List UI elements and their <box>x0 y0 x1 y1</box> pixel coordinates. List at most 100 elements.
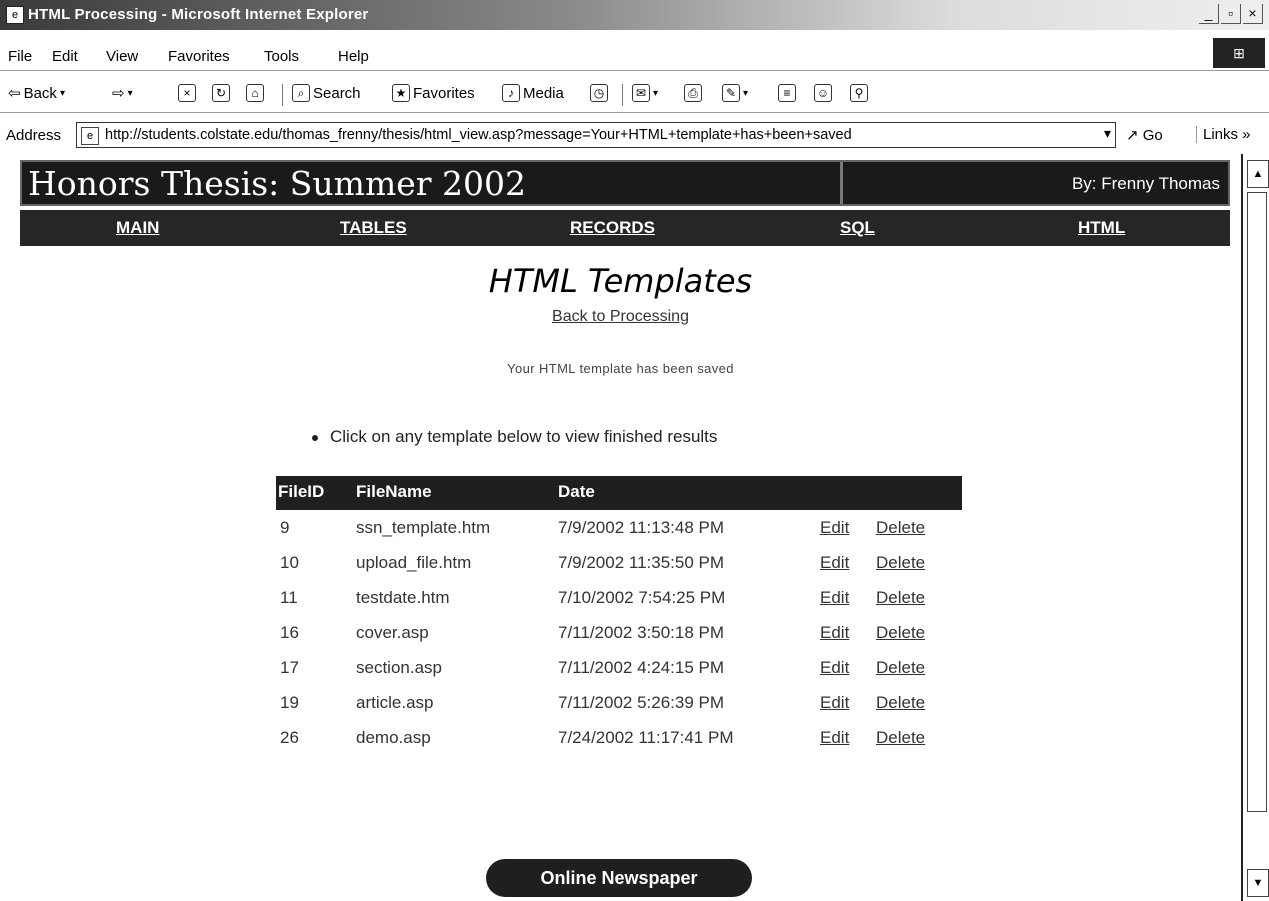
cell-fileid: 26 <box>280 728 299 747</box>
back-arrow-icon: ⇦ <box>8 85 21 102</box>
ie-icon: e <box>6 6 24 24</box>
messenger-button[interactable]: ☺ <box>814 84 832 102</box>
edit-link[interactable]: Edit <box>820 518 849 538</box>
print-button[interactable]: ⎙ <box>684 84 702 102</box>
table-row[interactable]: 19 article.asp 7/11/2002 5:26:39 PM Edit… <box>276 687 962 721</box>
nav-tables[interactable]: TABLES <box>340 218 407 238</box>
menu-bar: File Edit View Favorites Tools Help ⊞ <box>0 38 1269 71</box>
table-row[interactable]: 11 testdate.htm 7/10/2002 7:54:25 PM Edi… <box>276 582 962 616</box>
scroll-down-arrow-icon[interactable]: ▼ <box>1247 869 1269 897</box>
vertical-scrollbar[interactable]: ▲ ▼ <box>1241 154 1269 901</box>
delete-link[interactable]: Delete <box>876 588 925 608</box>
links-button[interactable]: Links » <box>1196 126 1251 143</box>
site-nav: MAIN TABLES RECORDS SQL HTML <box>20 210 1230 246</box>
stop-button[interactable]: × <box>178 84 196 102</box>
windows-logo-icon: ⊞ <box>1213 38 1265 68</box>
menu-help[interactable]: Help <box>338 48 369 65</box>
discuss-button[interactable]: ≡ <box>778 84 796 102</box>
chevron-down-icon: ▾ <box>653 87 659 99</box>
header-divider <box>840 162 843 204</box>
page-title: HTML Templates <box>488 262 753 300</box>
menu-tools[interactable]: Tools <box>264 48 299 65</box>
table-row[interactable]: 9 ssn_template.htm 7/9/2002 11:13:48 PM … <box>276 512 962 546</box>
cell-date: 7/11/2002 5:26:39 PM <box>558 693 725 712</box>
maximize-button[interactable]: ▫ <box>1221 4 1241 24</box>
research-button[interactable]: ⚲ <box>850 84 868 102</box>
delete-link[interactable]: Delete <box>876 518 925 538</box>
scroll-up-arrow-icon[interactable]: ▲ <box>1247 160 1269 188</box>
search-button[interactable]: ⌕ Search <box>292 84 361 102</box>
scrollbar-thumb[interactable] <box>1247 192 1267 812</box>
back-to-processing-link[interactable]: Back to Processing <box>0 308 1241 326</box>
mail-button[interactable]: ✉ ▾ <box>632 84 658 102</box>
edit-link[interactable]: Edit <box>820 693 849 713</box>
instruction-item: Click on any template below to view fini… <box>312 427 717 447</box>
toolbar-divider <box>622 84 623 106</box>
edit-link[interactable]: Edit <box>820 623 849 643</box>
edit-link[interactable]: Edit <box>820 588 849 608</box>
search-label: Search <box>313 84 361 102</box>
online-newspaper-button[interactable]: Online Newspaper <box>486 859 752 897</box>
toolbar-divider <box>282 84 283 106</box>
cell-date: 7/11/2002 4:24:15 PM <box>558 658 725 677</box>
delete-link[interactable]: Delete <box>876 658 925 678</box>
delete-link[interactable]: Delete <box>876 553 925 573</box>
cell-fileid: 10 <box>280 553 299 572</box>
cell-filename[interactable]: cover.asp <box>356 623 429 643</box>
address-label: Address <box>6 127 62 144</box>
navigation-toolbar: ⇦ Back ▾ ⇨ ▾ × ↻ ⌂ ⌕ Search ★ Favorites … <box>0 78 1269 113</box>
nav-main[interactable]: MAIN <box>116 218 159 238</box>
site-author: By: Frenny Thomas <box>1071 174 1220 193</box>
column-header-date: Date <box>558 482 595 501</box>
chevron-down-icon[interactable]: ▾ <box>1104 125 1111 142</box>
history-button[interactable]: ◷ <box>590 84 608 102</box>
cell-filename[interactable]: section.asp <box>356 658 442 678</box>
menu-view[interactable]: View <box>106 48 138 65</box>
forward-button[interactable]: ⇨ ▾ <box>112 84 133 102</box>
menu-favorites[interactable]: Favorites <box>168 48 230 65</box>
table-row[interactable]: 26 demo.asp 7/24/2002 11:17:41 PM Edit D… <box>276 722 962 756</box>
address-url[interactable]: http://students.colstate.edu/thomas_fren… <box>105 127 852 143</box>
favorites-button[interactable]: ★ Favorites <box>392 84 475 102</box>
menu-edit[interactable]: Edit <box>52 48 78 65</box>
table-row[interactable]: 10 upload_file.htm 7/9/2002 11:35:50 PM … <box>276 547 962 581</box>
nav-html[interactable]: HTML <box>1078 218 1125 238</box>
edit-link[interactable]: Edit <box>820 728 849 748</box>
cell-fileid: 17 <box>280 658 299 677</box>
chevron-down-icon: ▾ <box>127 87 133 99</box>
cell-filename[interactable]: article.asp <box>356 693 433 713</box>
site-title: Honors Thesis: Summer 2002 <box>28 164 527 203</box>
table-row[interactable]: 16 cover.asp 7/11/2002 3:50:18 PM Edit D… <box>276 617 962 651</box>
delete-link[interactable]: Delete <box>876 623 925 643</box>
cell-filename[interactable]: demo.asp <box>356 728 431 748</box>
media-button[interactable]: ♪ Media <box>502 84 564 102</box>
favorites-label: Favorites <box>413 84 475 102</box>
close-button[interactable]: × <box>1243 4 1263 24</box>
edit-link[interactable]: Edit <box>820 658 849 678</box>
cell-date: 7/9/2002 11:35:50 PM <box>558 553 725 572</box>
back-button[interactable]: ⇦ Back ▾ <box>8 84 65 103</box>
nav-sql[interactable]: SQL <box>840 218 875 238</box>
discuss-icon: ≡ <box>778 84 796 102</box>
delete-link[interactable]: Delete <box>876 693 925 713</box>
cell-filename[interactable]: upload_file.htm <box>356 553 471 573</box>
go-button[interactable]: ↗ Go <box>1126 126 1163 144</box>
refresh-button[interactable]: ↻ <box>212 84 230 102</box>
cell-date: 7/11/2002 3:50:18 PM <box>558 623 725 642</box>
cell-fileid: 19 <box>280 693 299 712</box>
edit-link[interactable]: Edit <box>820 553 849 573</box>
chevron-down-icon: ▾ <box>743 87 749 99</box>
address-input[interactable]: e http://students.colstate.edu/thomas_fr… <box>76 122 1116 148</box>
messenger-icon: ☺ <box>814 84 832 102</box>
cell-fileid: 9 <box>280 518 290 537</box>
refresh-icon: ↻ <box>212 84 230 102</box>
nav-records[interactable]: RECORDS <box>570 218 655 238</box>
cell-filename[interactable]: testdate.htm <box>356 588 450 608</box>
delete-link[interactable]: Delete <box>876 728 925 748</box>
home-button[interactable]: ⌂ <box>246 84 264 102</box>
table-row[interactable]: 17 section.asp 7/11/2002 4:24:15 PM Edit… <box>276 652 962 686</box>
cell-filename[interactable]: ssn_template.htm <box>356 518 490 538</box>
menu-file[interactable]: File <box>8 48 32 65</box>
edit-page-button[interactable]: ✎ ▾ <box>722 84 748 102</box>
minimize-button[interactable]: _ <box>1199 4 1219 24</box>
